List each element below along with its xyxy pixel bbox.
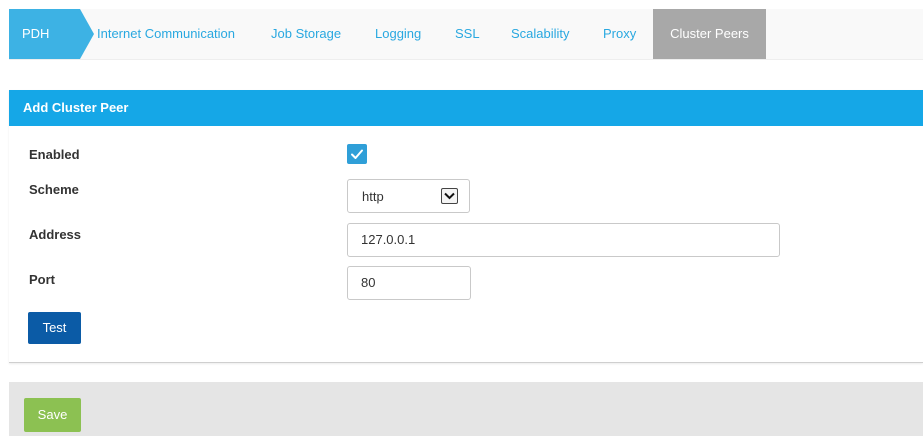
address-input[interactable]: 127.0.0.1 bbox=[347, 223, 780, 257]
nav-tab-scalability[interactable]: Scalability bbox=[511, 9, 570, 59]
enabled-label: Enabled bbox=[29, 147, 80, 162]
nav-tab-pdh-label: PDH bbox=[22, 26, 50, 41]
port-input[interactable]: 80 bbox=[347, 266, 471, 300]
scheme-label: Scheme bbox=[29, 182, 79, 197]
checkmark-icon bbox=[351, 149, 363, 159]
address-label: Address bbox=[29, 227, 82, 242]
app-page: PDH Internet Communication Job Storage L… bbox=[0, 0, 923, 436]
enabled-checkbox[interactable] bbox=[347, 144, 367, 164]
nav-tab-job-storage[interactable]: Job Storage bbox=[271, 9, 341, 59]
scheme-select-value: http bbox=[362, 189, 384, 204]
save-button[interactable]: Save bbox=[24, 398, 81, 432]
chevron-down-icon bbox=[441, 188, 458, 204]
nav-tab-cluster-peers[interactable]: Cluster Peers bbox=[653, 9, 766, 59]
add-cluster-peer-panel: Add Cluster Peer Enabled Scheme http Add… bbox=[9, 90, 923, 363]
nav-tab-pdh[interactable]: PDH bbox=[9, 9, 80, 59]
panel-title: Add Cluster Peer bbox=[9, 90, 923, 126]
footer-bar: Save bbox=[9, 382, 923, 436]
nav-tab-ssl[interactable]: SSL bbox=[455, 9, 480, 59]
nav-pdh-arrow-shape bbox=[80, 9, 94, 59]
test-button[interactable]: Test bbox=[28, 312, 81, 344]
nav-tab-proxy[interactable]: Proxy bbox=[603, 9, 636, 59]
scheme-select[interactable]: http bbox=[347, 179, 470, 213]
nav-tab-internet-communication[interactable]: Internet Communication bbox=[97, 9, 235, 59]
nav-tab-logging[interactable]: Logging bbox=[375, 9, 421, 59]
port-label: Port bbox=[29, 272, 55, 287]
top-nav-bar: PDH Internet Communication Job Storage L… bbox=[9, 9, 923, 60]
